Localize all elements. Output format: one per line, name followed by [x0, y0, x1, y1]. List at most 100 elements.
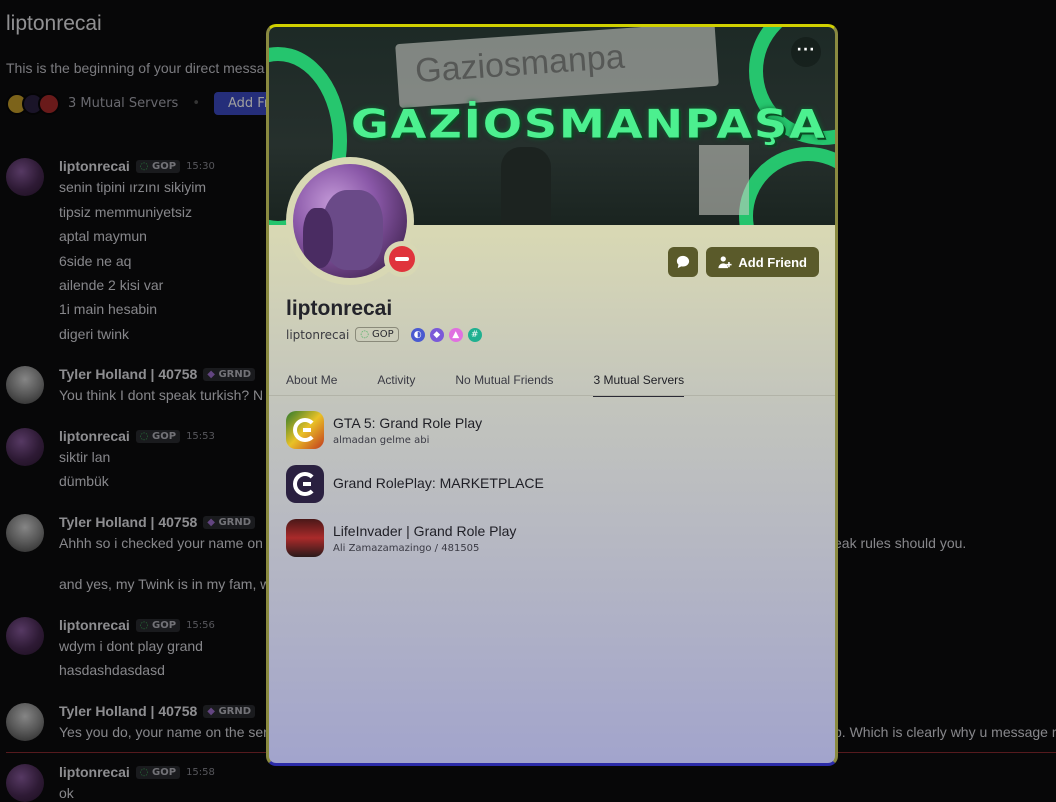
tab-about-me[interactable]: About Me: [286, 373, 337, 397]
author-name[interactable]: Tyler Holland | 40758: [59, 703, 197, 719]
message-header: liptonrecai ◌ GOP 15:58: [59, 764, 215, 780]
boost-icon[interactable]: ▲: [448, 327, 463, 342]
message-text: aptal maymun: [59, 228, 147, 244]
add-user-icon: [718, 256, 732, 269]
avatar[interactable]: [6, 617, 44, 655]
message-header: liptonrecai ◌ GOP 15:30: [59, 158, 215, 174]
avatar[interactable]: [6, 514, 44, 552]
server-item[interactable]: GTA 5: Grand Role Play almadan gelme abi: [286, 411, 806, 457]
guild-tag-icon: ◆: [207, 516, 219, 528]
message-text: siktir lan: [59, 449, 111, 465]
banner-sign-board: [699, 145, 749, 215]
hypesquad-icon[interactable]: ◆: [429, 327, 444, 342]
guild-tag: ◆ GRND: [203, 367, 256, 381]
guild-tag-icon: ◌: [139, 160, 153, 172]
server-item[interactable]: LifeInvader | Grand Role Play Ali Zamaza…: [286, 519, 806, 565]
guild-tag-icon: ◌: [139, 430, 153, 442]
server-icon: [286, 465, 324, 503]
profile-avatar[interactable]: [286, 157, 420, 285]
message-header: Tyler Holland | 40758 ◆ GRND: [59, 703, 256, 719]
guild-tag-icon: ◌: [139, 619, 153, 631]
server-item[interactable]: Grand RolePlay: MARKETPLACE: [286, 465, 806, 511]
message-text: digeri twink: [59, 326, 130, 342]
nitro-icon[interactable]: ◐: [410, 327, 425, 342]
message-header: Tyler Holland | 40758 ◆ GRND: [59, 366, 256, 382]
banner-swirl: [739, 147, 835, 225]
tab-activity[interactable]: Activity: [377, 373, 415, 397]
author-name[interactable]: liptonrecai: [59, 617, 130, 633]
timestamp: 15:58: [186, 766, 215, 778]
dm-title: liptonrecai: [6, 12, 102, 35]
guild-tag-icon: ◆: [207, 368, 219, 380]
author-name[interactable]: liptonrecai: [59, 428, 130, 444]
avatar[interactable]: [6, 366, 44, 404]
mutual-servers-list: GTA 5: Grand Role Play almadan gelme abi…: [286, 411, 806, 573]
profile-actions: Add Friend: [668, 247, 819, 277]
mutual-servers-row: 3 Mutual Servers • Add Frie: [6, 92, 295, 115]
message-header: Tyler Holland | 40758 ◆ GRND: [59, 514, 256, 530]
timestamp: 15:56: [186, 619, 215, 631]
message-text: Ahhh so i checked your name on: [59, 535, 263, 551]
avatar[interactable]: [6, 428, 44, 466]
message-text-right: p. Which is clearly why u message r: [834, 724, 1056, 740]
message-text: Yes you do, your name on the ser: [59, 724, 268, 740]
quest-icon[interactable]: #: [467, 327, 482, 342]
guild-tag-icon: ◆: [207, 705, 219, 717]
guild-tag: ◆ GRND: [203, 515, 256, 529]
author-name[interactable]: liptonrecai: [59, 158, 130, 174]
tab-mutual-servers[interactable]: 3 Mutual Servers: [593, 373, 685, 397]
author-name[interactable]: liptonrecai: [59, 764, 130, 780]
avatar-figure: [303, 208, 333, 268]
server-name: LifeInvader | Grand Role Play: [333, 523, 517, 539]
separator-dot: •: [192, 96, 200, 111]
message-text: You think I dont speak turkish? N: [59, 387, 264, 403]
banner-building: [501, 147, 551, 225]
guild-tag: ◌ GOP: [135, 429, 181, 443]
guild-tag-label: GOP: [152, 160, 177, 172]
author-name[interactable]: Tyler Holland | 40758: [59, 514, 197, 530]
avatar[interactable]: [6, 764, 44, 802]
tabs-divider: [269, 395, 835, 396]
guild-tag: ◆ GRND: [203, 704, 256, 718]
tab-mutual-friends[interactable]: No Mutual Friends: [455, 373, 553, 397]
avatar[interactable]: [6, 703, 44, 741]
username[interactable]: liptonrecai: [286, 328, 349, 342]
username-row: liptonrecai ◌ GOP ◐ ◆ ▲ #: [286, 327, 482, 342]
server-name: Grand RolePlay: MARKETPLACE: [333, 475, 544, 491]
grand-logo-icon: [293, 472, 317, 496]
guild-tag-label: GOP: [152, 619, 177, 631]
message-text: ailende 2 kisi var: [59, 277, 164, 293]
message-text-right: eak rules should you.: [834, 535, 967, 551]
add-friend-label: Add Friend: [738, 254, 807, 270]
message-text: ok: [59, 785, 74, 801]
guild-tag-label: GRND: [218, 516, 252, 528]
chat-bubble-icon: [677, 255, 690, 269]
server-icon: [286, 519, 324, 557]
dm-beginning-text: This is the beginning of your direct mes…: [6, 60, 265, 76]
avatar[interactable]: [6, 158, 44, 196]
author-name[interactable]: Tyler Holland | 40758: [59, 366, 197, 382]
server-name: GTA 5: Grand Role Play: [333, 415, 483, 431]
guild-tag-label: GRND: [218, 705, 252, 717]
guild-tag-label: GOP: [372, 329, 394, 340]
message-button[interactable]: [668, 247, 699, 277]
server-icon: [286, 411, 324, 449]
message-text: 6side ne aq: [59, 253, 132, 269]
guild-tag: ◌ GOP: [135, 159, 181, 173]
guild-tag-label: GOP: [152, 766, 177, 778]
dnd-status-icon: [384, 241, 420, 277]
display-name: liptonrecai: [286, 297, 393, 320]
guild-tag-label: GOP: [152, 430, 177, 442]
message-header: liptonrecai ◌ GOP 15:56: [59, 617, 215, 633]
guild-tag-icon: ◌: [139, 766, 153, 778]
more-options-button[interactable]: ···: [791, 37, 821, 67]
mutual-server-icons[interactable]: [6, 92, 60, 115]
profile-guild-tag[interactable]: ◌ GOP: [355, 327, 399, 342]
message-text: hasdashdasdasd: [59, 662, 165, 678]
add-friend-button[interactable]: Add Friend: [706, 247, 819, 277]
guild-tag: ◌ GOP: [135, 765, 181, 779]
mutual-servers-link[interactable]: 3 Mutual Servers: [68, 96, 178, 111]
profile-tabs: About Me Activity No Mutual Friends 3 Mu…: [286, 373, 835, 397]
timestamp: 15:30: [186, 160, 215, 172]
grand-logo-icon: [293, 418, 317, 442]
